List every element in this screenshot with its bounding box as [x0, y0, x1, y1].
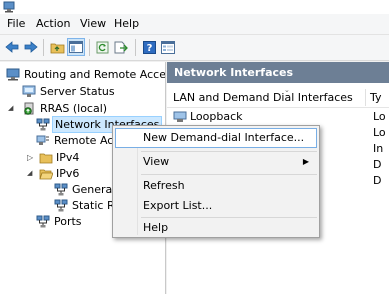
interface-name: Loopback	[190, 110, 243, 123]
interface-type: D	[373, 174, 382, 187]
folder-icon	[39, 153, 53, 164]
loopback-interface-icon	[173, 111, 187, 122]
tree-label: RRAS (local)	[40, 102, 108, 115]
context-menu: New Demand-dial Interface... View ▶ Refr…	[112, 125, 320, 238]
menu-separator	[141, 174, 317, 175]
tree-label: Routing and Remote Access	[24, 68, 166, 81]
refresh-button[interactable]	[93, 38, 111, 56]
menu-file[interactable]: File	[7, 17, 25, 31]
ports-icon	[36, 215, 50, 228]
menu-item-label: View	[143, 155, 170, 168]
folder-open-icon	[39, 169, 53, 180]
help-button[interactable]: ?	[140, 38, 158, 56]
interface-type: Lo	[373, 126, 386, 139]
back-button[interactable]	[3, 38, 21, 56]
menu-view[interactable]: View	[80, 17, 106, 31]
server-up-icon	[24, 102, 34, 115]
folder-up-icon	[50, 43, 64, 53]
toolbar-separator	[135, 39, 136, 56]
svg-text:?: ?	[146, 43, 152, 54]
menu-item-help[interactable]: Help	[115, 218, 317, 238]
interface-type: Lo	[373, 110, 386, 123]
tree-label: IPv4	[56, 151, 80, 164]
console-tree-icon	[69, 41, 83, 53]
export-list-button[interactable]	[112, 38, 130, 56]
toolbar-separator	[89, 39, 90, 56]
menu-item-new-demand-dial-interface[interactable]: New Demand-dial Interface...	[115, 128, 317, 148]
tree-label: General	[72, 183, 116, 196]
toolbar: ?	[0, 35, 389, 61]
show-hide-console-tree-button[interactable]	[67, 38, 85, 56]
details-pane-title: Network Interfaces	[167, 62, 389, 83]
column-header-underline	[167, 107, 389, 108]
expand-icon[interactable]: ▷	[27, 149, 33, 166]
static-routes-icon	[54, 199, 68, 212]
menu-help[interactable]: Help	[114, 17, 139, 31]
menu-item-export-list[interactable]: Export List...	[115, 196, 317, 216]
submenu-arrow-icon: ▶	[302, 157, 309, 166]
network-interfaces-icon	[36, 118, 50, 131]
general-settings-icon	[54, 183, 68, 196]
tree-label: Server Status	[40, 85, 115, 98]
menu-item-refresh[interactable]: Refresh	[115, 176, 317, 196]
title-bar	[0, 0, 389, 14]
sort-caret-icon: ⌄	[284, 86, 290, 94]
properties-button[interactable]	[159, 38, 177, 56]
back-arrow-icon	[5, 41, 19, 53]
menu-action[interactable]: Action	[36, 17, 70, 31]
toolbar-separator	[43, 39, 44, 56]
server-status-icon	[22, 85, 36, 97]
properties-icon	[161, 40, 175, 54]
forward-arrow-icon	[24, 41, 38, 53]
up-one-level-button[interactable]	[48, 38, 66, 56]
column-header-type[interactable]: Ty	[370, 89, 382, 106]
collapse-icon[interactable]: ◢	[8, 100, 13, 117]
interface-type: D	[373, 158, 382, 171]
column-header-interfaces[interactable]: LAN and Demand Dial Interfaces	[173, 89, 353, 106]
remote-access-clients-icon	[36, 135, 49, 145]
column-divider[interactable]	[365, 89, 366, 106]
tree-label: Ports	[54, 215, 82, 228]
interface-type: In	[373, 142, 384, 155]
collapse-icon[interactable]: ◢	[27, 165, 32, 182]
menu-item-view[interactable]: View ▶	[115, 152, 317, 172]
menu-bar: File Action View Help	[0, 14, 389, 35]
rras-root-icon	[6, 68, 20, 81]
forward-button[interactable]	[22, 38, 40, 56]
tree-label: IPv6	[56, 167, 80, 180]
refresh-icon	[96, 41, 108, 53]
rras-app-icon	[3, 1, 15, 13]
export-icon	[114, 41, 128, 53]
help-icon: ?	[142, 40, 156, 54]
